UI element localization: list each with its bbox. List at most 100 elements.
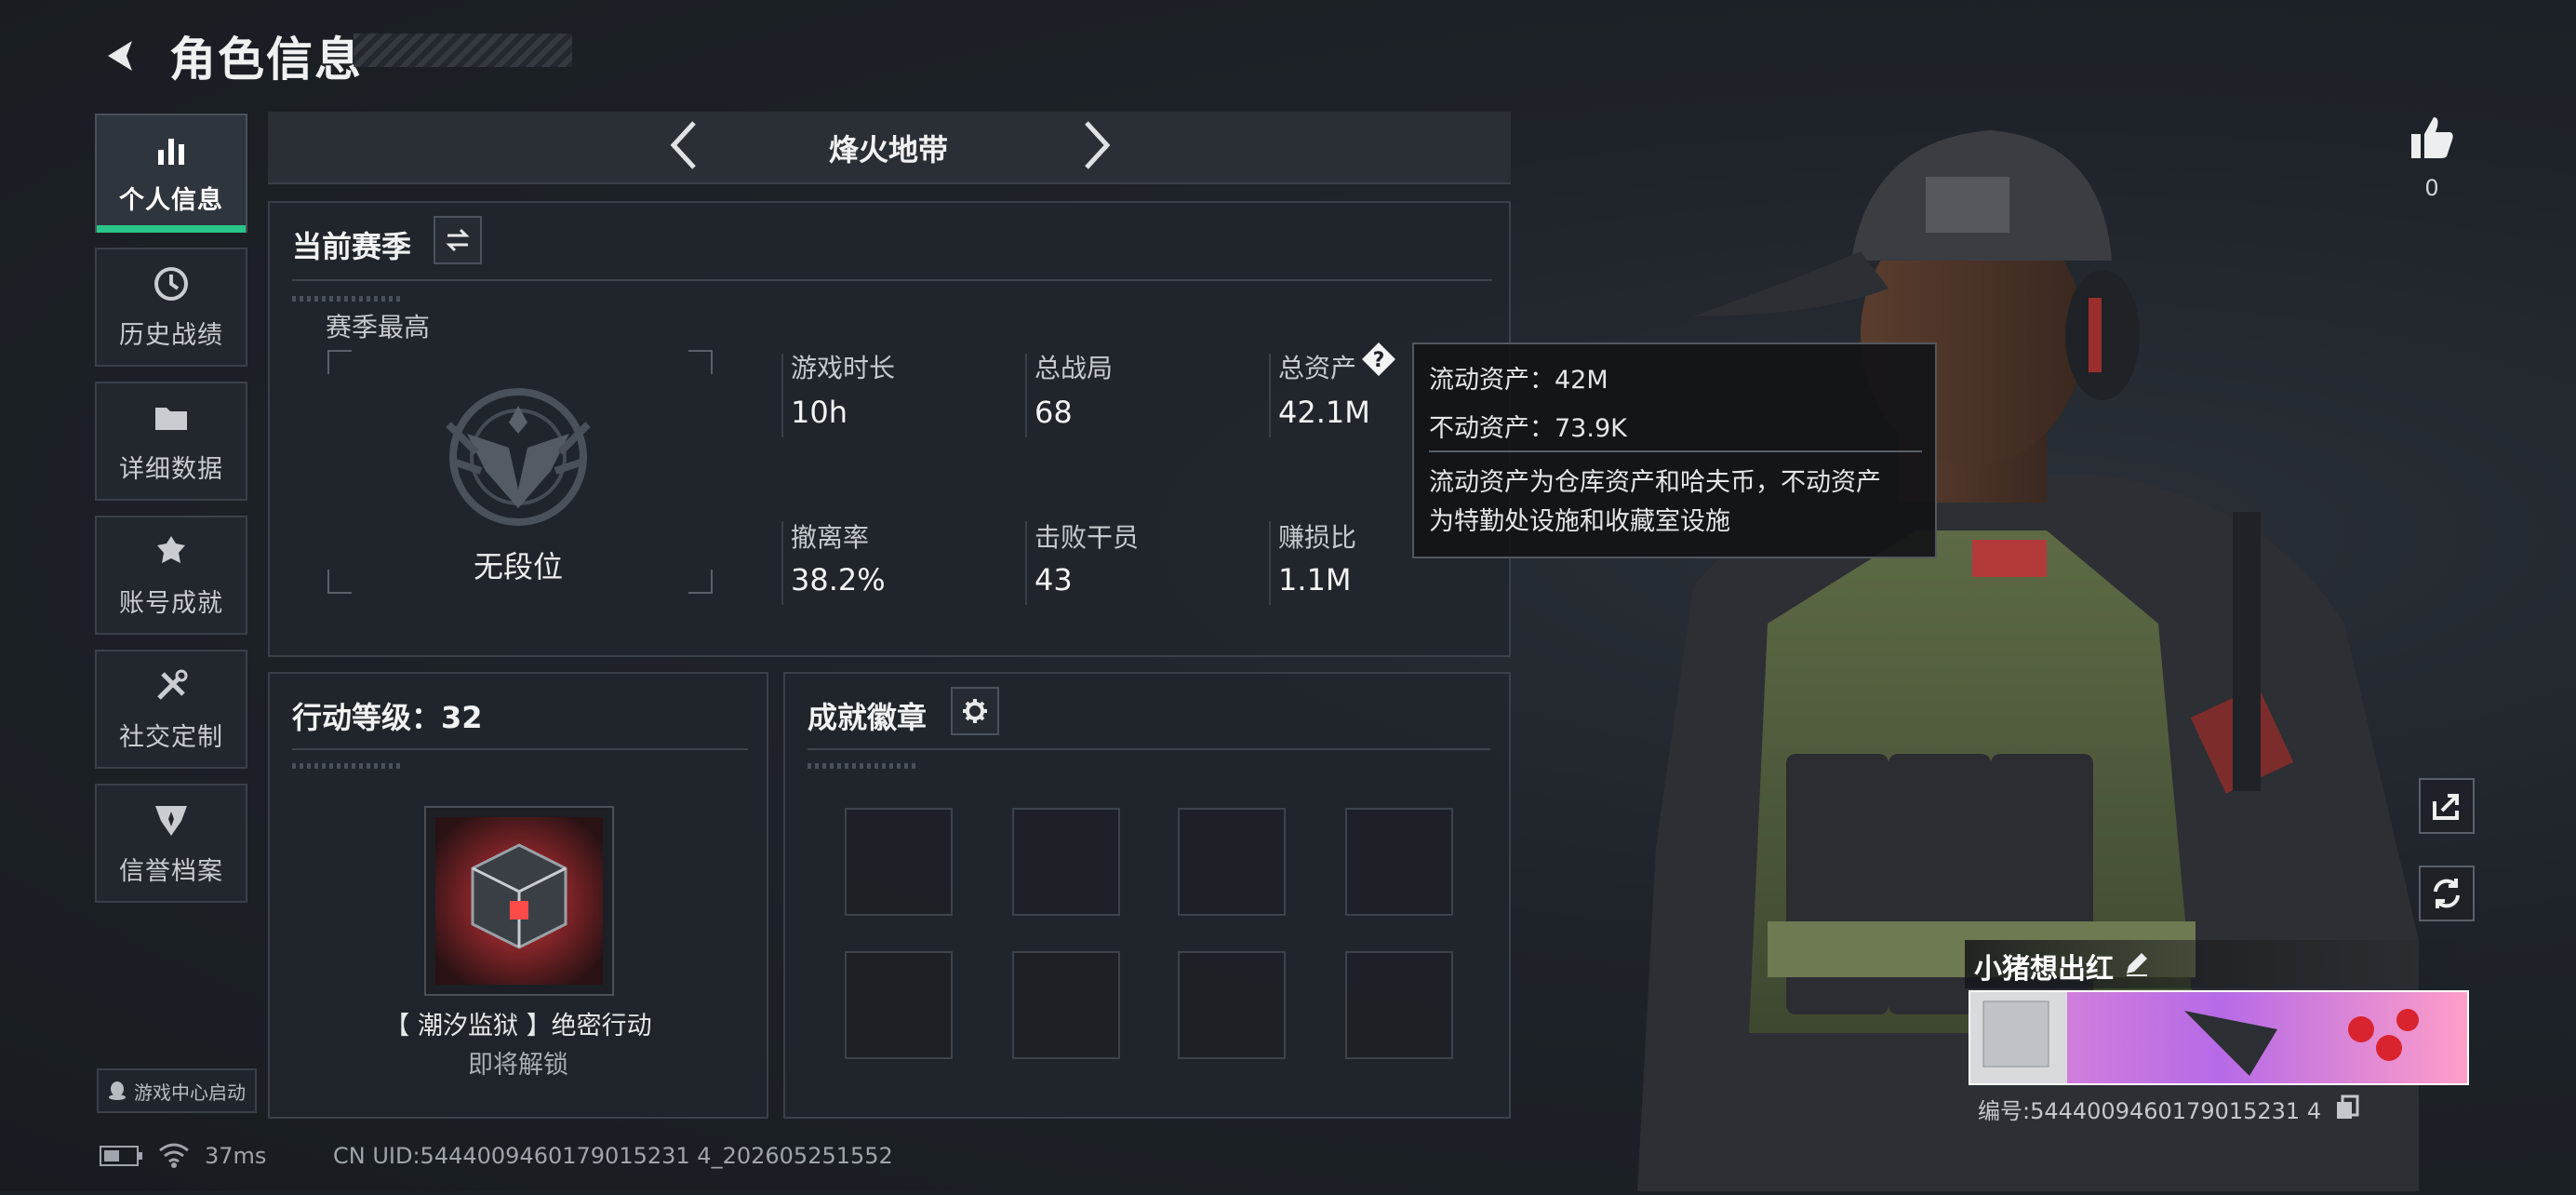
stat-label: 撤离率 (791, 522, 870, 553)
stat-value: 43 (1034, 562, 1073, 598)
chevron-right-icon (1085, 121, 1111, 169)
share-icon (2433, 794, 2459, 820)
tools-icon (157, 669, 188, 700)
season-best-label: 赛季最高 (326, 312, 431, 342)
badges-divider (808, 748, 1490, 750)
edit-name-button[interactable] (2123, 949, 2151, 981)
stat-separator (1269, 521, 1271, 605)
divider-decoration (292, 296, 404, 302)
mode-prev-button[interactable] (657, 117, 713, 173)
nav-item-detailed-data[interactable]: 详细数据 (95, 382, 247, 501)
divider-decoration (292, 763, 404, 769)
reward-thumbnail-frame[interactable] (424, 806, 614, 996)
nav-item-social-custom[interactable]: 社交定制 (95, 650, 247, 769)
stat-value: 1.1M (1278, 562, 1352, 598)
stat-value: 38.2% (791, 562, 886, 598)
like-button[interactable] (2404, 110, 2460, 166)
back-button[interactable] (93, 28, 149, 84)
tooltip-liquid-assets: 流动资产：42M (1429, 366, 1608, 395)
page-title: 角色信息 (169, 33, 363, 87)
reward-name: 【 潮汐监狱 】绝密行动 (384, 1012, 652, 1041)
nav-item-achievements[interactable]: 账号成就 (95, 516, 247, 635)
back-arrow-icon (108, 41, 132, 71)
rank-frame-corner (327, 350, 352, 374)
stat-value: 42.1M (1278, 395, 1370, 430)
wifi-icon (158, 1141, 190, 1173)
help-question-icon[interactable]: ? (1360, 341, 1397, 378)
badges-settings-button[interactable] (951, 687, 999, 735)
stat-separator (781, 354, 783, 437)
gear-icon (963, 699, 987, 723)
action-divider (292, 748, 748, 750)
stat-label: 击败干员 (1034, 522, 1140, 553)
credit-shield-icon (155, 805, 187, 836)
nav-item-personal-info[interactable]: 个人信息 (95, 114, 247, 233)
badge-slot[interactable] (1178, 808, 1286, 916)
badges-title: 成就徽章 (808, 700, 928, 735)
battery-icon (99, 1145, 143, 1171)
player-name: 小猪想出红 (1974, 953, 2114, 986)
stat-label: 总资产 (1278, 353, 1357, 383)
game-center-launch-badge[interactable]: 游戏中心启动 (97, 1068, 257, 1113)
nav-label: 社交定制 (119, 722, 223, 752)
share-button[interactable] (2419, 778, 2475, 834)
rank-frame-corner (327, 570, 352, 594)
badge-slot[interactable] (845, 808, 953, 916)
stat-separator (1025, 521, 1027, 605)
tooltip-fixed-assets: 不动资产：73.9K (1429, 414, 1627, 443)
badge-slot[interactable] (1345, 808, 1453, 916)
history-clock-icon (154, 266, 188, 301)
copy-icon (2337, 1094, 2359, 1119)
tooltip-description-line: 流动资产为仓库资产和哈夫币，不动资产 (1429, 468, 1881, 497)
chevron-left-icon (670, 121, 696, 169)
rank-label: 无段位 (473, 549, 563, 584)
nav-item-history[interactable]: 历史战绩 (95, 248, 247, 367)
season-switch-button[interactable] (434, 216, 482, 264)
badge-slot[interactable] (1178, 951, 1286, 1059)
folder-icon (155, 407, 187, 430)
stat-label: 总战局 (1034, 353, 1114, 383)
nav-label: 信誉档案 (119, 856, 223, 886)
assets-tooltip: 流动资产：42M 不动资产：73.9K 流动资产为仓库资产和哈夫币，不动资产 为… (1412, 342, 1937, 558)
achievement-medal-icon (157, 535, 185, 563)
rank-emblem-icon (430, 369, 607, 549)
bar-chart-icon (158, 138, 184, 165)
tooltip-description-line: 为特勤处设施和收藏室设施 (1429, 507, 1730, 536)
nav-label: 详细数据 (119, 454, 223, 484)
nav-label: 个人信息 (119, 185, 223, 215)
swap-arrows-icon (446, 228, 470, 252)
title-decoration (354, 34, 572, 67)
stat-separator (781, 521, 783, 605)
name-card-banner[interactable] (1969, 990, 2469, 1085)
reward-cube-image (435, 817, 603, 985)
rank-frame-corner (688, 350, 713, 374)
badge-slot[interactable] (1012, 951, 1120, 1059)
stat-separator (1025, 354, 1027, 437)
action-level-title: 行动等级：32 (292, 700, 483, 735)
season-divider (292, 279, 1492, 281)
copy-id-button[interactable] (2335, 1094, 2359, 1124)
like-count: 0 (2424, 175, 2439, 201)
mode-next-button[interactable] (1068, 117, 1124, 173)
badge-slot[interactable] (845, 951, 953, 1059)
nav-item-credit-file[interactable]: 信誉档案 (95, 784, 247, 903)
qq-penguin-icon (109, 1081, 126, 1100)
pencil-icon (2127, 953, 2147, 976)
stat-value: 68 (1034, 395, 1073, 430)
stat-label: 赚损比 (1278, 522, 1357, 553)
season-title: 当前赛季 (292, 229, 412, 264)
rotate-button[interactable] (2419, 866, 2475, 921)
ping-readout: 37ms (205, 1143, 267, 1169)
badge-slot[interactable] (1345, 951, 1453, 1059)
tooltip-divider (1429, 450, 1922, 452)
nav-label: 账号成就 (119, 588, 223, 618)
stat-separator (1269, 354, 1271, 437)
badge-slot[interactable] (1012, 808, 1120, 916)
mode-label: 烽火地带 (828, 132, 948, 168)
stat-value: 10h (791, 395, 848, 430)
refresh-icon (2434, 879, 2460, 908)
divider-decoration (808, 763, 919, 769)
reward-status: 即将解锁 (468, 1051, 568, 1080)
name-card-art (1970, 992, 2467, 1083)
svg-text:?: ? (1373, 349, 1385, 372)
